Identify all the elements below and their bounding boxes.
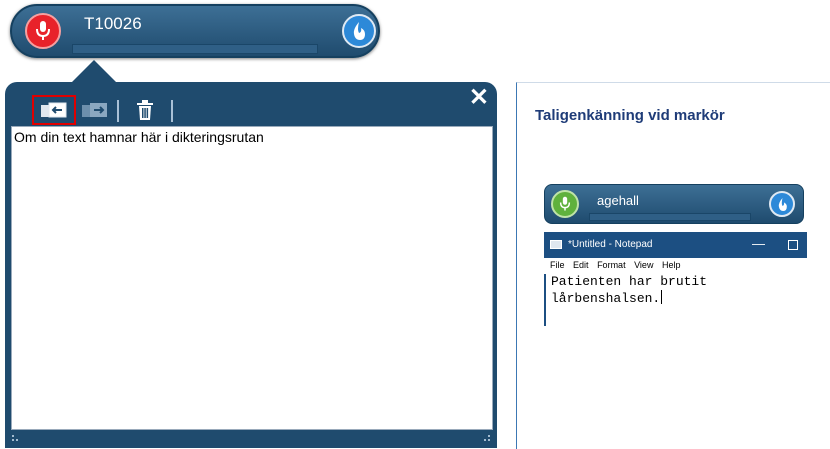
menu-view: View	[634, 260, 654, 270]
dictation-text-area[interactable]: Om din text hamnar här i dikteringsrutan	[11, 126, 493, 430]
notepad-line-1: Patienten har brutit	[551, 274, 708, 289]
menu-format: Format	[597, 260, 626, 270]
dragon-flame-icon	[778, 197, 787, 211]
example-user-name: agehall	[597, 193, 639, 208]
transfer-icon	[82, 103, 107, 117]
notepad-text: Patienten har brutit lårbenshalsen.	[544, 274, 807, 326]
minimize-icon: —	[752, 236, 765, 251]
resize-grip-right-icon[interactable]	[481, 434, 491, 444]
transfer-to-cursor-button[interactable]	[32, 95, 76, 125]
slide-title: Taligenkänning vid markör	[535, 107, 725, 124]
maximize-icon	[788, 240, 798, 250]
microphone-button[interactable]	[25, 13, 61, 49]
transfer-to-cursor-icon	[41, 102, 67, 118]
menu-edit: Edit	[573, 260, 589, 270]
transfer-button[interactable]	[79, 98, 111, 122]
toolbar-separator	[117, 100, 119, 122]
example-dictation-bar: agehall	[544, 184, 804, 224]
delete-button[interactable]	[129, 98, 161, 122]
resize-grip-left-icon[interactable]	[11, 434, 21, 444]
dictation-bar: T10026	[10, 4, 380, 58]
dictation-box: ✕ Om din text hamnar här i dikteringsrut…	[5, 82, 497, 448]
microphone-icon	[36, 21, 50, 40]
user-name: T10026	[84, 14, 142, 33]
notepad-menu: File Edit Format View Help	[544, 260, 807, 274]
dragon-menu-button[interactable]	[342, 14, 376, 48]
example-audio-level-bar	[589, 213, 751, 221]
notepad-titlebar: *Untitled - Notepad —	[544, 232, 807, 258]
text-cursor	[661, 290, 663, 304]
dragon-flame-icon	[353, 22, 365, 40]
notepad-line-2: lårbenshalsen.	[551, 290, 807, 307]
delete-icon	[137, 100, 153, 120]
example-microphone-button	[551, 190, 579, 218]
notepad-title: *Untitled - Notepad	[568, 239, 653, 250]
close-button[interactable]: ✕	[469, 86, 489, 110]
example-dragon-button	[769, 191, 795, 217]
callout-pointer	[72, 60, 116, 82]
notepad-line-2-text: lårbenshalsen.	[551, 291, 661, 306]
notepad-icon	[550, 240, 562, 249]
example-screenshot: agehall *Untitled - Notepad — File Edit …	[541, 184, 807, 326]
microphone-icon	[559, 196, 571, 211]
menu-file: File	[550, 260, 565, 270]
toolbar-separator	[171, 100, 173, 122]
audio-level-bar	[72, 44, 318, 54]
menu-help: Help	[661, 260, 681, 270]
dictation-toolbar: ✕	[5, 82, 497, 126]
